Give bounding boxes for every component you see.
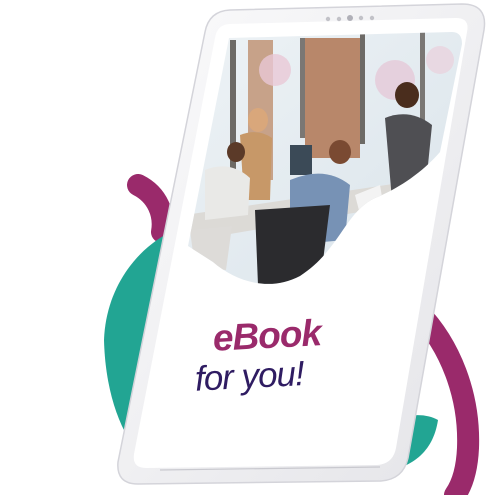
ebook-title: eBook [211, 312, 322, 359]
ebook-heading: eBook for you! [150, 311, 374, 399]
ebook-illustration [104, 3, 486, 495]
ebook-promo-graphic: eBook for you! [0, 0, 495, 495]
magenta-arc-left [127, 174, 174, 243]
